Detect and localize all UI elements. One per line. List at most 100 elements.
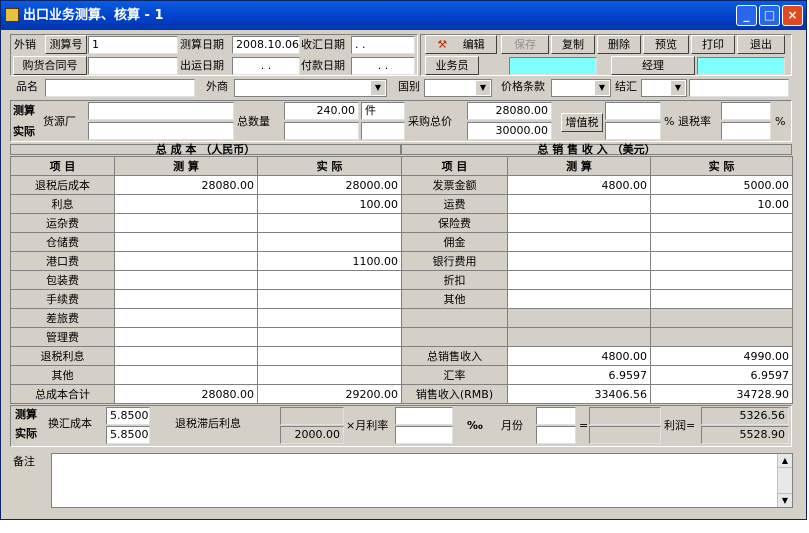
sales-cesuan-cell[interactable] (507, 289, 651, 309)
yuefen-shiji-input[interactable] (536, 426, 576, 444)
sales-shiji-cell[interactable] (650, 213, 793, 233)
sales-cesuan-cell[interactable] (507, 232, 651, 252)
gouhuo-hetong-button[interactable]: 购货合同号 (13, 56, 87, 75)
sales-shiji-cell[interactable] (650, 251, 793, 271)
cost-shiji-cell[interactable] (257, 232, 402, 252)
cost-cesuan-cell[interactable] (114, 232, 258, 252)
save-button[interactable]: 保存 (501, 35, 549, 54)
sales-header-row: 项 目测 算实 际 (401, 156, 793, 176)
yuelilv-cesuan-input[interactable] (395, 407, 453, 425)
qty-shiji-input[interactable] (284, 122, 359, 140)
copy-button[interactable]: 复制 (551, 35, 595, 54)
sales-cesuan-cell[interactable] (507, 213, 651, 233)
waishang-select[interactable]: ▼ (234, 79, 387, 97)
sales-shiji-cell[interactable]: 5000.00 (650, 175, 793, 195)
cost-cesuan-cell[interactable] (114, 327, 258, 347)
gongyuan-cesuan-input[interactable] (88, 102, 234, 120)
cesuanhao-input[interactable]: 1 (88, 36, 178, 54)
scroll-down-icon[interactable]: ▼ (778, 493, 792, 507)
salesman-input[interactable] (509, 57, 597, 75)
tuishuilv-cesuan-input[interactable] (721, 102, 771, 120)
unit-shiji-input[interactable] (361, 122, 405, 140)
cost-cesuan-cell[interactable] (114, 194, 258, 214)
table-row: 退税利息 (10, 346, 402, 366)
manager-button[interactable]: 经理 (611, 56, 695, 75)
yuefen-label: 月份 (501, 419, 523, 432)
cost-shiji-cell[interactable] (257, 346, 402, 366)
tuishuilv-shiji-input[interactable] (721, 122, 771, 140)
cost-shiji-cell[interactable]: 29200.00 (257, 384, 402, 404)
qty-cesuan-input[interactable]: 240.00 (284, 102, 359, 120)
cost-cesuan-cell[interactable]: 28080.00 (114, 384, 258, 404)
cost-cesuan-cell[interactable] (114, 365, 258, 385)
cost-shiji-cell[interactable] (257, 327, 402, 347)
unit-input[interactable]: 件 (361, 102, 405, 120)
yuelilv-shiji-input[interactable] (395, 426, 453, 444)
cost-shiji-cell[interactable] (257, 308, 402, 328)
chuyun-date-input[interactable]: . . (232, 57, 300, 75)
sales-cesuan-cell[interactable]: 4800.00 (507, 175, 651, 195)
sales-cesuan-cell[interactable]: 4800.00 (507, 346, 651, 366)
remark-textarea[interactable]: ▲ ▼ (51, 453, 793, 508)
sales-shiji-cell[interactable] (650, 270, 793, 290)
sales-cesuan-cell[interactable] (507, 251, 651, 271)
maximize-button[interactable]: □ (759, 5, 780, 26)
sales-cesuan-cell[interactable]: 6.9597 (507, 365, 651, 385)
sales-cesuan-cell[interactable] (507, 270, 651, 290)
sales-cesuan-cell[interactable]: 33406.56 (507, 384, 651, 404)
cost-shiji-cell[interactable]: 1100.00 (257, 251, 402, 271)
sales-shiji-cell[interactable] (650, 289, 793, 309)
caigou-shiji-input[interactable]: 30000.00 (467, 122, 552, 140)
remark-scrollbar[interactable]: ▲ ▼ (777, 454, 792, 507)
edit-label: 编辑 (462, 38, 485, 51)
manager-input[interactable] (697, 57, 785, 75)
sales-shiji-cell[interactable]: 10.00 (650, 194, 793, 214)
yuefen-cesuan-input[interactable] (536, 407, 576, 425)
cost-cesuan-cell[interactable] (114, 213, 258, 233)
preview-button[interactable]: 预览 (643, 35, 689, 54)
edit-button[interactable]: ⚒ 编辑 (425, 35, 497, 54)
table-row: 总成本合计 28080.00 29200.00 (10, 384, 402, 404)
scroll-up-icon[interactable]: ▲ (778, 454, 792, 468)
cost-shiji-cell[interactable] (257, 365, 402, 385)
jiehui-select[interactable]: ▼ (641, 79, 687, 97)
gouhuo-hetong-input[interactable] (88, 57, 178, 75)
delete-button[interactable]: 删除 (597, 35, 641, 54)
sales-shiji-cell[interactable]: 6.9597 (650, 365, 793, 385)
zengzhishui-button[interactable]: 增值税 (561, 113, 603, 132)
jiage-select[interactable]: ▼ (551, 79, 611, 97)
zengzhishui-shiji-input[interactable] (605, 122, 661, 140)
cesuanhao-button[interactable]: 测算号 (45, 35, 87, 54)
cost-shiji-cell[interactable] (257, 213, 402, 233)
sales-cesuan-cell[interactable] (507, 194, 651, 214)
minimize-button[interactable]: _ (736, 5, 757, 26)
exit-button[interactable]: 退出 (737, 35, 785, 54)
sales-shiji-cell[interactable]: 34728.90 (650, 384, 793, 404)
sales-col-item: 项 目 (401, 156, 508, 176)
guobie-select[interactable]: ▼ (424, 79, 492, 97)
cost-shiji-cell[interactable]: 100.00 (257, 194, 402, 214)
sales-row-label: 总销售收入 (401, 346, 508, 366)
cost-cesuan-cell[interactable] (114, 270, 258, 290)
cost-shiji-cell[interactable]: 28000.00 (257, 175, 402, 195)
shouhui-date-input[interactable]: . . (351, 36, 415, 54)
cost-cesuan-cell[interactable] (114, 346, 258, 366)
cost-cesuan-cell[interactable] (114, 251, 258, 271)
cost-cesuan-cell[interactable]: 28080.00 (114, 175, 258, 195)
close-button[interactable]: × (782, 5, 803, 26)
sales-shiji-cell[interactable] (650, 232, 793, 252)
cost-shiji-cell[interactable] (257, 270, 402, 290)
caigou-cesuan-input[interactable]: 28080.00 (467, 102, 552, 120)
salesman-button[interactable]: 业务员 (425, 56, 479, 75)
pinming-input[interactable] (45, 79, 195, 97)
cesuan-date-input[interactable]: 2008.10.06 (232, 36, 300, 54)
cost-shiji-cell[interactable] (257, 289, 402, 309)
cost-cesuan-cell[interactable] (114, 308, 258, 328)
gongyuan-shiji-input[interactable] (88, 122, 234, 140)
cost-cesuan-cell[interactable] (114, 289, 258, 309)
jiehui-input[interactable] (689, 79, 789, 97)
sales-shiji-cell[interactable]: 4990.00 (650, 346, 793, 366)
zengzhishui-cesuan-input[interactable] (605, 102, 661, 120)
fukuan-date-input[interactable]: . . (351, 57, 415, 75)
print-button[interactable]: 打印 (691, 35, 735, 54)
